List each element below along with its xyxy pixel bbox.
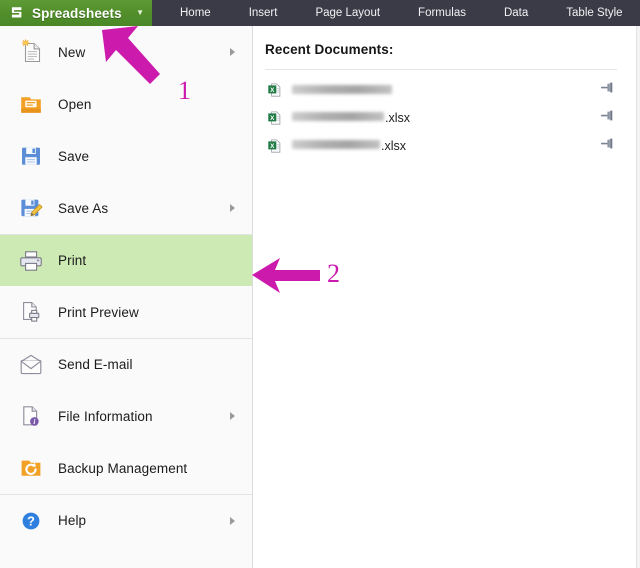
sidebar-item-print-preview[interactable]: Print Preview: [0, 286, 252, 338]
chevron-right-icon: [230, 516, 235, 525]
chevron-right-icon: [230, 412, 235, 420]
excel-file-icon: X: [266, 138, 284, 154]
annotation-label-1: 1: [178, 76, 191, 105]
sidebar-item-backup-management[interactable]: Backup Management: [0, 442, 252, 494]
window-right-edge: [636, 26, 640, 568]
sidebar-item-send-email[interactable]: Send E-mail: [0, 338, 252, 390]
sidebar-item-label: Print Preview: [58, 304, 139, 320]
svg-text:X: X: [270, 143, 275, 150]
file-name: .xlsx: [292, 139, 406, 153]
tab-insert[interactable]: Insert: [239, 0, 288, 26]
printer-icon: [14, 247, 48, 275]
excel-file-icon: X: [266, 82, 284, 98]
title-tab-bar: Spreadsheets ▼ Home Insert Page Layout F…: [0, 0, 640, 26]
help-circle-icon: ?: [14, 507, 48, 535]
excel-file-icon: X: [266, 110, 284, 126]
pushpin-icon[interactable]: [600, 109, 616, 128]
sidebar-item-file-information[interactable]: i File Information: [0, 390, 252, 442]
chevron-right-icon: [230, 48, 235, 56]
file-name: .xlsx: [292, 111, 410, 125]
pushpin-icon[interactable]: [600, 81, 616, 100]
sidebar-item-save-as[interactable]: Save As: [0, 182, 252, 234]
sidebar-item-open[interactable]: Open: [0, 78, 252, 130]
chevron-right-icon: [230, 204, 235, 212]
pushpin-icon[interactable]: [600, 137, 616, 156]
file-menu-sidebar: New Open Save Save As Print Print Previe…: [0, 26, 253, 568]
sidebar-item-label: File Information: [58, 408, 153, 424]
sidebar-item-save[interactable]: Save: [0, 130, 252, 182]
svg-text:X: X: [270, 115, 275, 122]
redacted-filename: [292, 84, 392, 94]
tab-page-layout[interactable]: Page Layout: [305, 0, 390, 26]
print-preview-icon: [14, 298, 48, 326]
svg-text:i: i: [33, 418, 35, 426]
svg-text:?: ?: [27, 513, 35, 528]
s-logo-icon: [8, 5, 25, 22]
sidebar-item-label: Save: [58, 148, 90, 164]
list-item[interactable]: X .xlsx: [254, 104, 640, 132]
list-item[interactable]: X: [254, 76, 640, 104]
floppy-disk-pencil-icon: [14, 194, 48, 222]
backup-folder-icon: [14, 454, 48, 482]
sidebar-item-label: New: [58, 44, 86, 60]
tab-data[interactable]: Data: [494, 0, 538, 26]
sidebar-item-label: Backup Management: [58, 460, 188, 476]
recent-documents-list: X X .xlsx X .xlsx: [254, 76, 640, 160]
sidebar-item-label: Send E-mail: [58, 357, 133, 372]
sidebar-item-label: Save As: [58, 200, 109, 216]
sidebar-item-label: Help: [58, 513, 87, 528]
tab-home[interactable]: Home: [170, 0, 221, 26]
sidebar-item-label: Open: [58, 96, 92, 112]
brand-title: Spreadsheets: [32, 5, 122, 21]
recent-documents-title: Recent Documents:: [265, 42, 394, 57]
panel-divider: [265, 69, 617, 70]
tab-formulas[interactable]: Formulas: [408, 0, 476, 26]
redacted-filename: [292, 140, 380, 149]
annotation-label-2: 2: [327, 259, 340, 288]
sidebar-item-print[interactable]: Print: [0, 234, 252, 286]
sidebar-item-new[interactable]: New: [0, 26, 252, 78]
recent-documents-panel: Recent Documents: X X .xlsx X .xlsx: [254, 26, 640, 568]
file-extension: .xlsx: [385, 111, 410, 125]
spreadsheets-menu-button[interactable]: Spreadsheets ▼: [0, 0, 152, 26]
file-info-icon: i: [14, 402, 48, 430]
file-name: [292, 84, 393, 95]
floppy-disk-icon: [14, 142, 48, 170]
svg-text:X: X: [270, 87, 275, 94]
envelope-icon: [14, 351, 48, 379]
file-extension: .xlsx: [381, 139, 406, 153]
redacted-filename: [292, 112, 384, 121]
sidebar-item-label: Print: [58, 253, 87, 268]
tab-table-style[interactable]: Table Style: [556, 0, 632, 26]
chevron-down-icon[interactable]: ▼: [136, 0, 144, 26]
spreadsheet-app-window: Spreadsheets ▼ Home Insert Page Layout F…: [0, 0, 640, 568]
new-document-icon: [14, 38, 48, 66]
list-item[interactable]: X .xlsx: [254, 132, 640, 160]
sidebar-item-help[interactable]: ? Help: [0, 494, 252, 546]
ribbon-tabs: Home Insert Page Layout Formulas Data Ta…: [152, 0, 633, 26]
open-folder-icon: [14, 90, 48, 118]
